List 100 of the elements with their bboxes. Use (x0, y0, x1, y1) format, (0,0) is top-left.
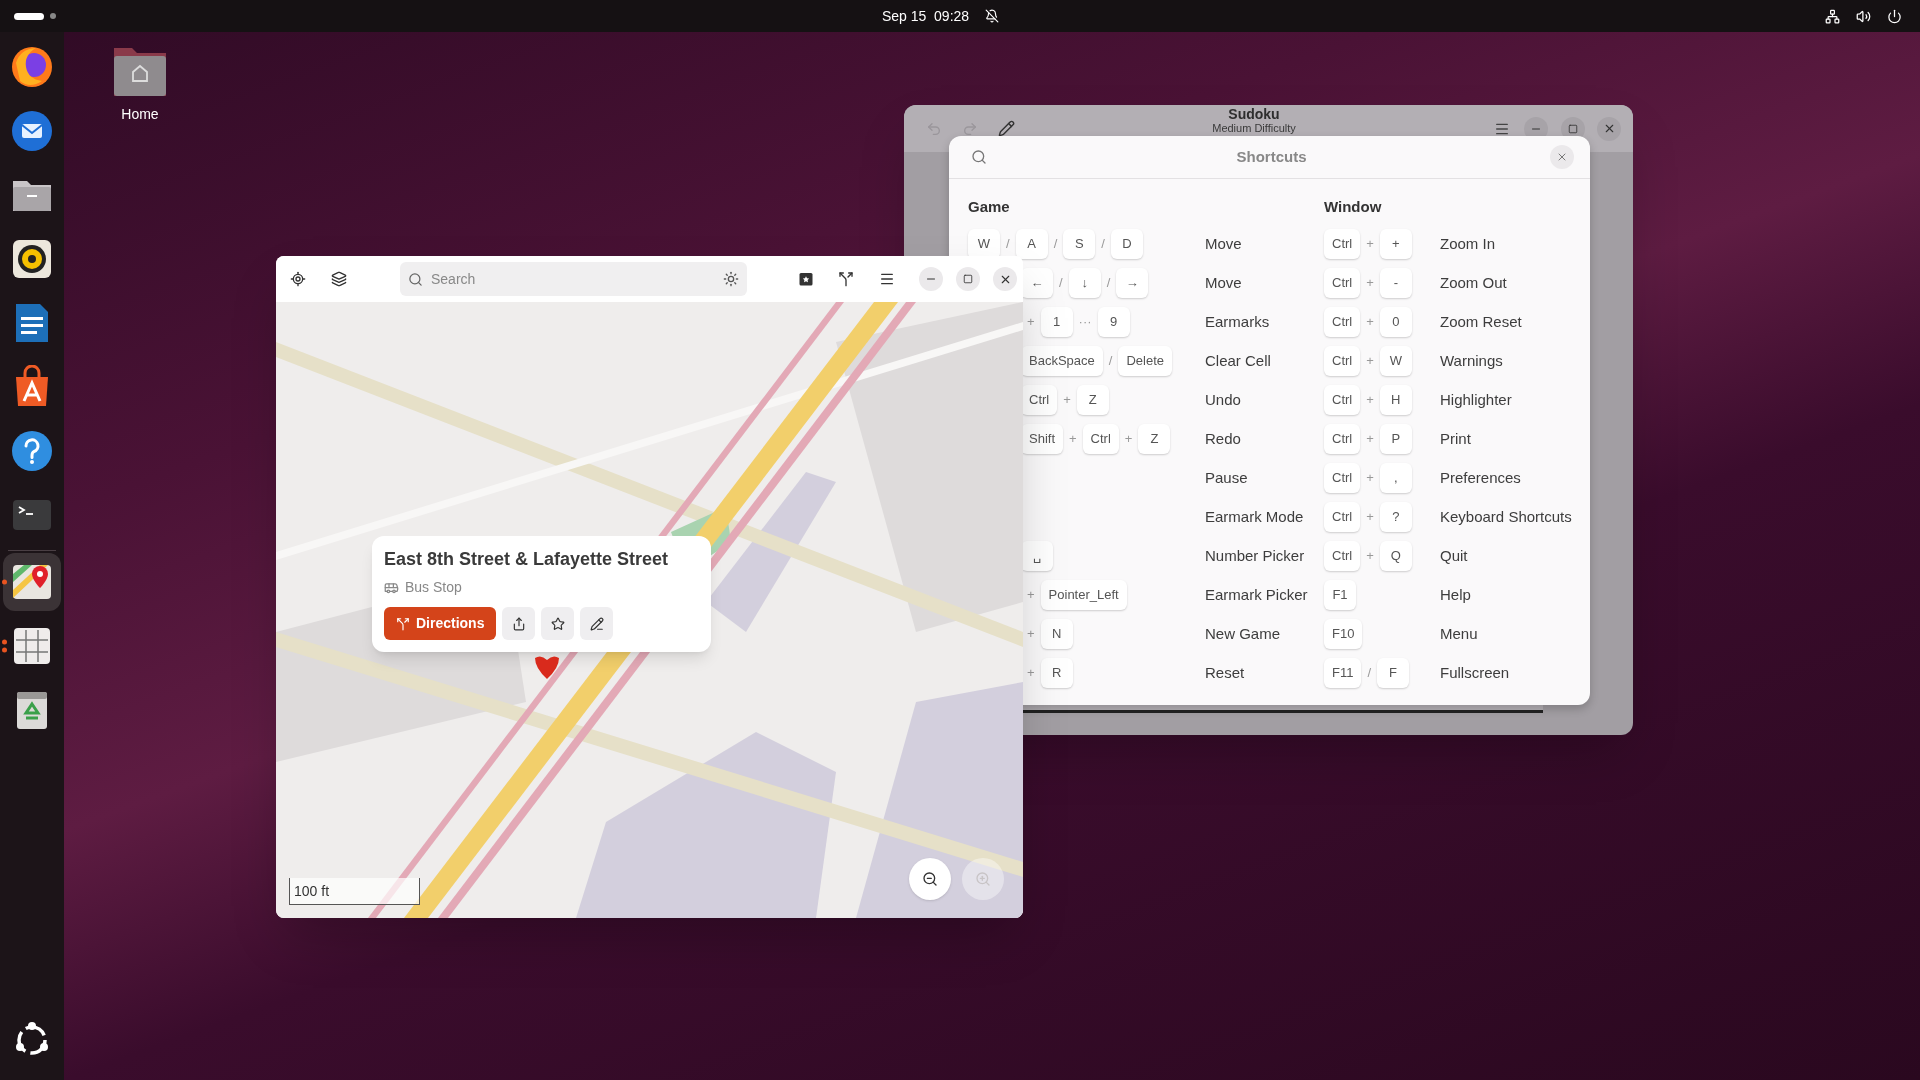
pencil-icon (589, 616, 604, 631)
key-separator: + (1366, 313, 1374, 332)
key-cap: Ctrl (1324, 346, 1361, 376)
close-icon (1556, 151, 1568, 163)
key-separator: + (1366, 274, 1374, 293)
star-box-icon (798, 271, 814, 287)
bell-off-icon (985, 9, 1000, 23)
close-button[interactable] (1597, 116, 1621, 141)
key-separator: / (1053, 235, 1058, 254)
shortcut-label: Warnings (1440, 350, 1503, 371)
key-cap: D (1110, 229, 1143, 259)
shortcut-label: New Game (1205, 623, 1281, 644)
key-separator: + (1366, 391, 1374, 410)
zoom-in-icon (975, 871, 991, 887)
key-cap: Ctrl (1324, 307, 1361, 337)
key-cap: 9 (1097, 307, 1130, 337)
key-separator: + (1027, 625, 1035, 644)
shortcut-label: Print (1440, 428, 1471, 449)
search-icon (408, 271, 423, 287)
place-type: Bus Stop (405, 578, 462, 597)
key-cap: W (968, 229, 1000, 259)
key-cap: Q (1379, 541, 1412, 571)
power-icon (1887, 8, 1902, 24)
shortcut-label: Move (1205, 272, 1242, 293)
key-cap: ␣ (1021, 541, 1053, 571)
key-separator: / (1006, 235, 1010, 254)
key-cap: 1 (1040, 307, 1073, 337)
shortcut-label: Help (1440, 584, 1471, 605)
key-separator: / (1367, 664, 1372, 683)
key-cap: Ctrl (1082, 424, 1119, 454)
window-title: Sudoku (1228, 107, 1280, 122)
minimize-button[interactable] (919, 267, 943, 291)
section-heading: Window (1324, 197, 1383, 217)
key-cap: N (1040, 619, 1073, 649)
key-cap: Z (1076, 385, 1109, 415)
help-icon (10, 429, 54, 473)
route-icon (396, 616, 410, 631)
key-cap: - (1379, 268, 1412, 298)
shortcut-label: Menu (1440, 623, 1478, 644)
key-separator: + (1366, 352, 1374, 371)
key-separator: / (1108, 352, 1113, 371)
key-cap: S (1063, 229, 1096, 259)
redo-icon (962, 120, 978, 137)
route-icon (838, 271, 854, 287)
key-cap: Delete (1118, 346, 1172, 376)
key-cap: R (1040, 658, 1073, 688)
key-cap: Ctrl (1324, 463, 1361, 493)
shortcut-label: Move (1205, 233, 1242, 254)
key-separator: + (1027, 313, 1035, 332)
key-cap: F11 (1324, 658, 1362, 688)
speaker-icon (10, 237, 54, 281)
workspace-indicator[interactable] (14, 12, 56, 20)
key-separator: / (1106, 274, 1111, 293)
key-separator: + (1366, 235, 1374, 254)
menu-icon (879, 271, 895, 287)
bus-icon (384, 580, 399, 595)
mail-icon (10, 109, 54, 153)
key-cap: Z (1138, 424, 1171, 454)
edit-button[interactable] (580, 607, 614, 640)
dialog-title: Shortcuts (1235, 146, 1308, 167)
undo-icon (926, 120, 942, 137)
shortcut-label: Zoom In (1440, 233, 1496, 254)
place-name: East 8th Street & Lafayette Street (384, 548, 670, 571)
shortcut-label: Number Picker (1205, 545, 1305, 566)
key-cap: , (1379, 463, 1412, 493)
locate-icon (290, 271, 306, 287)
window-subtitle: Medium Difficulty (1212, 122, 1296, 134)
share-icon (511, 616, 526, 631)
key-cap: P (1379, 424, 1412, 454)
maximize-button[interactable] (956, 267, 980, 291)
layers-icon (331, 271, 347, 287)
key-cap: Ctrl (1324, 502, 1361, 532)
map-view[interactable]: East 8th Street & Lafayette Street Bus Stop Directions 100 ft (276, 302, 1023, 918)
key-cap: Ctrl (1324, 541, 1361, 571)
close-button[interactable] (993, 267, 1017, 291)
clock-button[interactable]: Sep 15 09:28 (881, 5, 970, 27)
search-input[interactable]: Search (431, 268, 723, 290)
shortcut-label: Keyboard Shortcuts (1440, 506, 1572, 527)
key-separator: + (1366, 430, 1374, 449)
share-button[interactable] (502, 607, 536, 640)
directions-button[interactable]: Directions (384, 607, 497, 640)
shortcut-label: Reset (1205, 662, 1245, 683)
key-cap: → (1116, 268, 1149, 298)
maximize-icon (963, 274, 973, 284)
shortcut-label: Redo (1205, 428, 1241, 449)
key-separator: + (1366, 469, 1374, 488)
key-cap: F (1377, 658, 1410, 688)
key-cap: W (1379, 346, 1412, 376)
key-cap: Ctrl (1324, 385, 1361, 415)
key-separator: + (1366, 547, 1374, 566)
favorite-button[interactable] (541, 607, 575, 640)
search-field[interactable]: Search (400, 262, 747, 296)
dock-item[interactable] (3, 553, 61, 611)
section-heading: Game (968, 197, 1011, 217)
map-pin-icon (534, 654, 560, 680)
key-cap: F1 (1324, 580, 1356, 610)
shortcut-label: Clear Cell (1205, 350, 1271, 371)
key-separator: + (1124, 430, 1133, 449)
shortcut-label: Highlighter (1440, 389, 1512, 410)
key-cap: ↓ (1068, 268, 1101, 298)
